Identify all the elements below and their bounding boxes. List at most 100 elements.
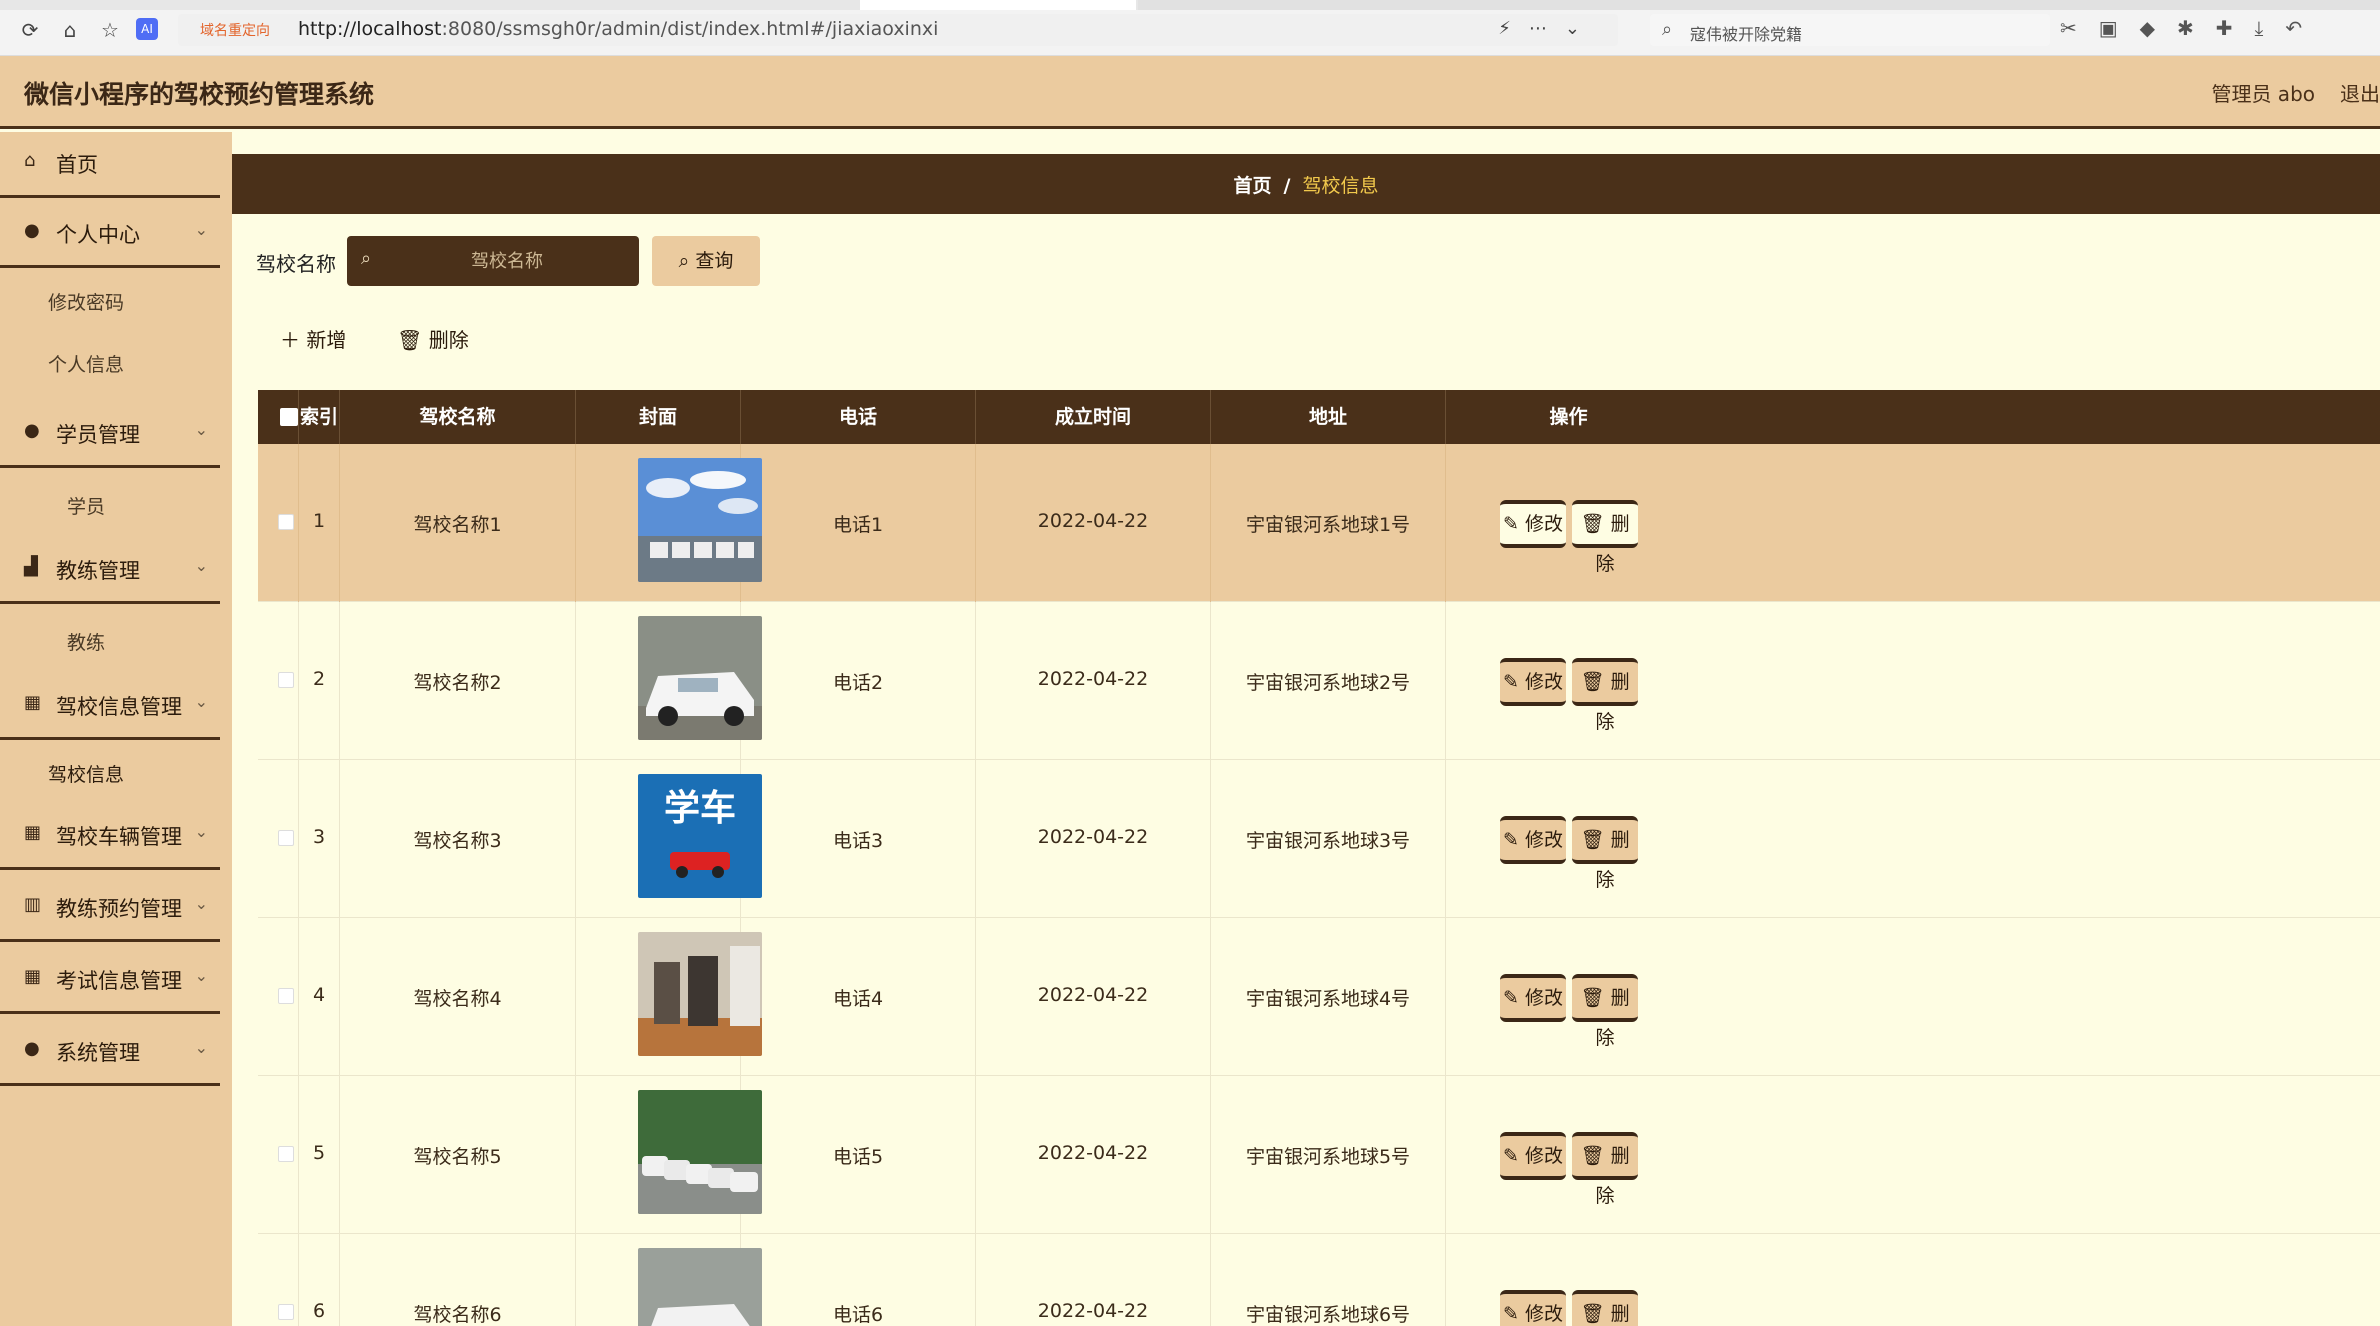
- trash-icon: 🗑: [1580, 1303, 1605, 1325]
- extension-icons[interactable]: ✂▣◆✱✚⤓↶: [2060, 16, 2324, 40]
- search-icon: ⌕: [1662, 19, 1673, 40]
- actions-cell: ✎ 修改🗑 删除: [1446, 918, 2380, 1076]
- sidebar-subitem-change-password[interactable]: 修改密码: [0, 272, 220, 328]
- edit-button-label: 修改: [1524, 1145, 1563, 1167]
- url-redirect-tag: 域名重定向: [200, 23, 270, 39]
- query-button[interactable]: ⌕ 查询: [652, 236, 760, 286]
- sidebar-item-system-mgmt[interactable]: ● 系统管理 ⌄: [0, 1020, 220, 1086]
- sidebar-subitem-school-info[interactable]: 驾校信息: [0, 744, 220, 800]
- edit-button[interactable]: ✎ 修改: [1500, 658, 1566, 706]
- breadcrumb-bar: 首页 / 驾校信息: [232, 154, 2380, 214]
- chevron-down-icon: ⌄: [194, 822, 208, 841]
- row-checkbox[interactable]: [278, 514, 294, 530]
- chevron-down-icon: ⌄: [194, 1038, 208, 1057]
- name-cell: 驾校名称4: [340, 918, 576, 1076]
- browser-search-box[interactable]: ⌕ 寇伟被开除党籍: [1650, 14, 2050, 46]
- coach-icon: ▟: [24, 556, 38, 577]
- ai-icon[interactable]: AI: [136, 18, 158, 40]
- sidebar-item-school-info-mgmt[interactable]: ▦ 驾校信息管理 ⌄: [0, 674, 220, 740]
- edit-button[interactable]: ✎ 修改: [1500, 1132, 1566, 1180]
- row-delete-button[interactable]: 🗑 删除: [1572, 974, 1638, 1049]
- sidebar-subitem-personal-info[interactable]: 个人信息: [0, 334, 220, 390]
- name-cell: 驾校名称5: [340, 1076, 576, 1234]
- header-actions: 操作: [1549, 406, 1588, 428]
- row-checkbox[interactable]: [278, 1146, 294, 1162]
- row-delete-button[interactable]: 🗑 删除: [1572, 500, 1638, 575]
- school-name: 驾校名称5: [413, 1146, 502, 1168]
- row-delete-button[interactable]: 🗑 删除: [1572, 1132, 1638, 1207]
- row-index: 2: [312, 668, 326, 690]
- row-checkbox[interactable]: [278, 672, 294, 688]
- sidebar-subitem-label: 个人信息: [47, 354, 124, 376]
- logout-link[interactable]: 退出: [2340, 78, 2380, 107]
- name-cell: 驾校名称1: [340, 444, 576, 602]
- founded-date: 2022-04-22: [1037, 984, 1149, 1006]
- sidebar-item-booking-mgmt[interactable]: ▥ 教练预约管理 ⌄: [0, 876, 220, 942]
- add-button[interactable]: ＋ 新增: [280, 324, 346, 353]
- tab-strip: [0, 0, 2380, 10]
- row-index: 5: [312, 1142, 326, 1164]
- sidebar-item-student-mgmt[interactable]: ● 学员管理 ⌄: [0, 402, 220, 468]
- sidebar-item-home[interactable]: ⌂ 首页: [0, 132, 220, 198]
- cover-cell: 学车: [576, 760, 762, 918]
- breadcrumb-home[interactable]: 首页: [1234, 175, 1272, 197]
- address-bar[interactable]: 域名重定向 http://localhost:8080/ssmsgh0r/adm…: [178, 14, 1618, 46]
- edit-button[interactable]: ✎ 修改: [1500, 816, 1566, 864]
- row-select-cell: [258, 602, 299, 760]
- index-cell: 6: [299, 1234, 340, 1326]
- actions-cell: ✎ 修改🗑 删除: [1446, 1234, 2380, 1326]
- breadcrumb: 首页 / 驾校信息: [232, 171, 2380, 198]
- table-row: 5 驾校名称5 电话5 2022-04-22 宇宙银河系地球5号 ✎ 修改 🗑 删除: [258, 1076, 2380, 1234]
- header-name: 驾校名称: [340, 390, 576, 444]
- sidebar-item-personal[interactable]: ● 个人中心 ⌄: [0, 202, 220, 268]
- edit-button-label: 修改: [1524, 1303, 1563, 1325]
- select-all-checkbox[interactable]: [280, 408, 298, 426]
- address-bar-icons[interactable]: ⚡⋯⌄: [1498, 18, 1598, 39]
- url-text[interactable]: http://localhost:8080/ssmsgh0r/admin/dis…: [298, 18, 938, 40]
- home-icon[interactable]: ⌂: [58, 18, 82, 42]
- row-select-cell: [258, 1234, 299, 1326]
- sidebar-item-label: 教练预约管理: [56, 897, 182, 921]
- row-delete-button[interactable]: 🗑 删除: [1572, 816, 1638, 891]
- batch-delete-button[interactable]: 🗑 删除: [397, 324, 469, 353]
- phone-cell: 电话2: [741, 602, 976, 760]
- row-checkbox[interactable]: [278, 1304, 294, 1320]
- row-index: 6: [312, 1300, 326, 1322]
- sidebar-item-vehicle-mgmt[interactable]: ▦ 驾校车辆管理 ⌄: [0, 804, 220, 870]
- sidebar-subitem-coach[interactable]: 教练: [0, 612, 220, 668]
- search-input[interactable]: [387, 246, 627, 276]
- table-row: 2 驾校名称2 电话2 2022-04-22 宇宙银河系地球2号 ✎ 修改 🗑 删除: [258, 602, 2380, 760]
- row-checkbox[interactable]: [278, 830, 294, 846]
- row-delete-button[interactable]: 🗑 删除: [1572, 1290, 1638, 1326]
- actions-cell: ✎ 修改🗑 删除: [1446, 760, 2380, 918]
- edit-button[interactable]: ✎ 修改: [1500, 1290, 1566, 1326]
- sidebar-item-exam-mgmt[interactable]: ▦ 考试信息管理 ⌄: [0, 948, 220, 1014]
- row-delete-button[interactable]: 🗑 删除: [1572, 658, 1638, 733]
- phone-cell: 电话3: [741, 760, 976, 918]
- edit-icon: ✎: [1503, 671, 1519, 693]
- school-address: 宇宙银河系地球6号: [1245, 1304, 1411, 1326]
- row-select-cell: [258, 760, 299, 918]
- search-field[interactable]: ⌕: [347, 236, 639, 286]
- sidebar-item-coach-mgmt[interactable]: ▟ 教练管理 ⌄: [0, 538, 220, 604]
- edit-icon: ✎: [1503, 829, 1519, 851]
- cover-cell: [576, 602, 762, 760]
- edit-button[interactable]: ✎ 修改: [1500, 500, 1566, 548]
- breadcrumb-separator: /: [1283, 175, 1291, 197]
- trash-icon: 🗑: [1580, 513, 1605, 535]
- sidebar-subitem-student[interactable]: 学员: [0, 476, 220, 532]
- founded-date: 2022-04-22: [1037, 1300, 1149, 1322]
- address-cell: 宇宙银河系地球2号: [1211, 602, 1446, 760]
- browser-tab-active[interactable]: [860, 0, 1136, 10]
- school-address: 宇宙银河系地球3号: [1245, 830, 1411, 852]
- reload-icon[interactable]: ⟳: [18, 18, 42, 42]
- school-phone: 电话4: [832, 988, 884, 1010]
- browser-tab[interactable]: [1138, 0, 2380, 10]
- phone-cell: 电话1: [741, 444, 976, 602]
- edit-icon: ✎: [1503, 1145, 1519, 1167]
- edit-button[interactable]: ✎ 修改: [1500, 974, 1566, 1022]
- row-index: 1: [312, 510, 326, 532]
- date-cell: 2022-04-22: [976, 1076, 1211, 1234]
- favorites-icon[interactable]: ☆: [98, 18, 122, 42]
- row-checkbox[interactable]: [278, 988, 294, 1004]
